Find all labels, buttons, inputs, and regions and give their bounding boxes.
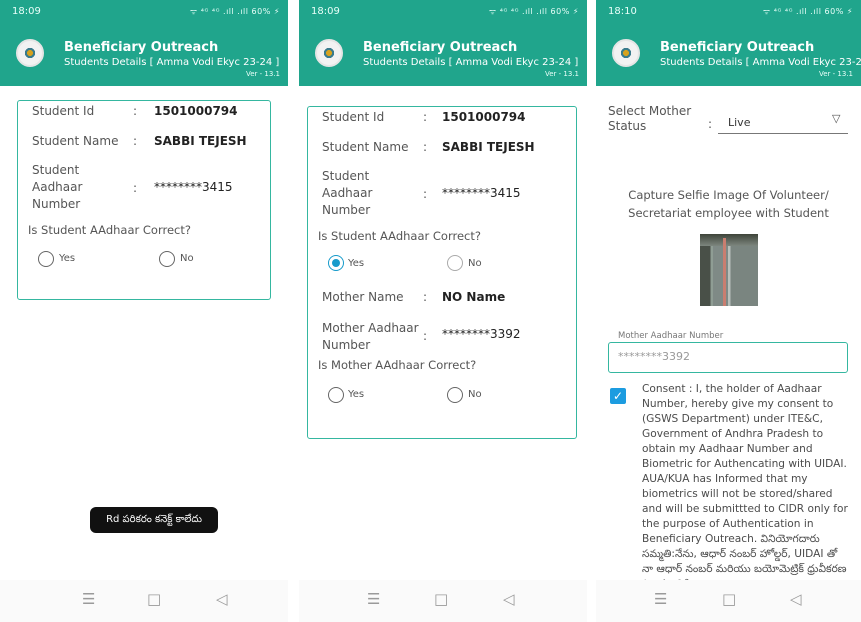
separator: : [423, 329, 428, 343]
yes-label: Yes [348, 389, 365, 400]
status-bar: 18:09 ᯤ ⁴ᴳ ⁴ᴳ .ıll .ıll 60% ⚡ [299, 0, 587, 24]
no-label: No [180, 253, 194, 264]
screen-2: 18:09 ᯤ ⁴ᴳ ⁴ᴳ .ıll .ıll 60% ⚡ Beneficiar… [299, 0, 587, 622]
mother-aadhaar-no-radio[interactable] [447, 387, 463, 403]
student-name-value: SABBI TEJESH [442, 140, 535, 154]
student-aadhaar-value: ********3415 [442, 186, 521, 200]
separator: : [133, 181, 138, 195]
student-aadhaar-value: ********3415 [154, 180, 233, 194]
app-header: Beneficiary Outreach Students Details [ … [0, 24, 288, 86]
mother-aadhaar-label: Mother Aadhaar Number [322, 321, 419, 352]
app-version: Ver - 13.1 [246, 70, 280, 78]
android-navigation-bar: ☰ □ ◁ [0, 580, 288, 622]
student-id-value: 1501000794 [442, 110, 526, 124]
government-emblem-icon [16, 39, 44, 67]
status-icons: ᯤ ⁴ᴳ ⁴ᴳ .ıll .ıll 60% ⚡ [488, 7, 579, 16]
consent-text: Consent : I, the holder of Aadhaar Numbe… [642, 383, 848, 590]
status-time: 18:10 [608, 6, 637, 17]
recent-apps-icon[interactable]: ☰ [367, 590, 380, 608]
student-details-card: Student Id : 1501000794 Student Name : S… [17, 100, 271, 300]
student-id-value: 1501000794 [154, 104, 238, 118]
mother-aadhaar-value: ********3392 [442, 327, 521, 341]
status-bar: 18:10 ᯤ ⁴ᴳ ⁴ᴳ .ıll .ıll 60% ⚡ [596, 0, 861, 24]
select-underline [718, 133, 848, 134]
government-emblem-icon [315, 39, 343, 67]
separator: : [133, 104, 138, 118]
mother-aadhaar-yes-radio[interactable] [328, 387, 344, 403]
no-label: No [468, 258, 482, 269]
home-icon[interactable]: □ [147, 590, 161, 608]
app-title: Beneficiary Outreach [64, 40, 219, 55]
separator: : [423, 290, 428, 304]
app-subtitle: Students Details [ Amma Vodi Ekyc 23-24 … [363, 57, 579, 68]
back-icon[interactable]: ◁ [790, 590, 802, 608]
student-aadhaar-question: Is Student AAdhaar Correct? [318, 229, 481, 243]
mother-status-label: Select Mother Status [608, 104, 692, 133]
back-icon[interactable]: ◁ [503, 590, 515, 608]
screen-1: 18:09 ᯤ ⁴ᴳ ⁴ᴳ .ıll .ıll 60% ⚡ Beneficiar… [0, 0, 288, 622]
student-aadhaar-yes-radio[interactable] [328, 255, 344, 271]
student-aadhaar-no-radio[interactable] [447, 255, 463, 271]
student-aadhaar-no-radio[interactable] [159, 251, 175, 267]
separator: : [708, 117, 713, 131]
student-id-label: Student Id [32, 104, 95, 118]
device-toast: Rd పరికరం కనెక్ట్ కాలేదు [90, 507, 218, 533]
mother-aadhaar-field-value: ********3392 [618, 350, 690, 363]
yes-label: Yes [59, 253, 76, 264]
mother-aadhaar-field-label: Mother Aadhaar Number [618, 331, 724, 341]
home-icon[interactable]: □ [722, 590, 736, 608]
back-icon[interactable]: ◁ [216, 590, 228, 608]
app-title: Beneficiary Outreach [660, 40, 815, 55]
android-navigation-bar: ☰ □ ◁ [299, 580, 587, 622]
student-name-label: Student Name [322, 140, 409, 154]
recent-apps-icon[interactable]: ☰ [82, 590, 95, 608]
screen-3: 18:10 ᯤ ⁴ᴳ ⁴ᴳ .ıll .ıll 60% ⚡ Beneficiar… [596, 0, 861, 622]
separator: : [423, 187, 428, 201]
mother-name-value: NO Name [442, 290, 506, 304]
separator: : [423, 140, 428, 154]
captured-selfie-image[interactable] [700, 234, 758, 306]
app-header: Beneficiary Outreach Students Details [ … [299, 24, 587, 86]
status-bar: 18:09 ᯤ ⁴ᴳ ⁴ᴳ .ıll .ıll 60% ⚡ [0, 0, 288, 24]
app-version: Ver - 13.1 [819, 70, 853, 78]
status-time: 18:09 [12, 6, 41, 17]
student-id-label: Student Id [322, 110, 385, 124]
government-emblem-icon [612, 39, 640, 67]
separator: : [133, 134, 138, 148]
app-subtitle: Students Details [ Amma Vodi Ekyc 23-24 … [660, 57, 861, 68]
student-aadhaar-label: Student Aadhaar Number [32, 163, 83, 211]
mother-status-select[interactable]: Live [728, 116, 750, 129]
app-title: Beneficiary Outreach [363, 40, 518, 55]
app-header: Beneficiary Outreach Students Details [ … [596, 24, 861, 86]
student-details-card: Student Id : 1501000794 Student Name : S… [307, 106, 577, 439]
home-icon[interactable]: □ [434, 590, 448, 608]
consent-checkbox[interactable]: ✓ [610, 388, 626, 404]
status-icons: ᯤ ⁴ᴳ ⁴ᴳ .ıll .ıll 60% ⚡ [762, 7, 853, 16]
status-icons: ᯤ ⁴ᴳ ⁴ᴳ .ıll .ıll 60% ⚡ [189, 7, 280, 16]
student-name-label: Student Name [32, 134, 119, 148]
student-name-value: SABBI TEJESH [154, 134, 247, 148]
student-aadhaar-label: Student Aadhaar Number [322, 169, 373, 217]
selfie-instruction: Capture Selfie Image Of Volunteer/ Secre… [628, 188, 829, 220]
yes-label: Yes [348, 258, 365, 269]
student-aadhaar-yes-radio[interactable] [38, 251, 54, 267]
app-subtitle: Students Details [ Amma Vodi Ekyc 23-24 … [64, 57, 280, 68]
separator: : [423, 110, 428, 124]
android-navigation-bar: ☰ □ ◁ [596, 580, 861, 622]
mother-aadhaar-question: Is Mother AAdhaar Correct? [318, 358, 477, 372]
dropdown-arrow-icon[interactable]: ▽ [832, 112, 840, 125]
status-time: 18:09 [311, 6, 340, 17]
app-version: Ver - 13.1 [545, 70, 579, 78]
recent-apps-icon[interactable]: ☰ [654, 590, 667, 608]
mother-name-label: Mother Name [322, 290, 404, 304]
student-aadhaar-question: Is Student AAdhaar Correct? [28, 223, 191, 237]
no-label: No [468, 389, 482, 400]
